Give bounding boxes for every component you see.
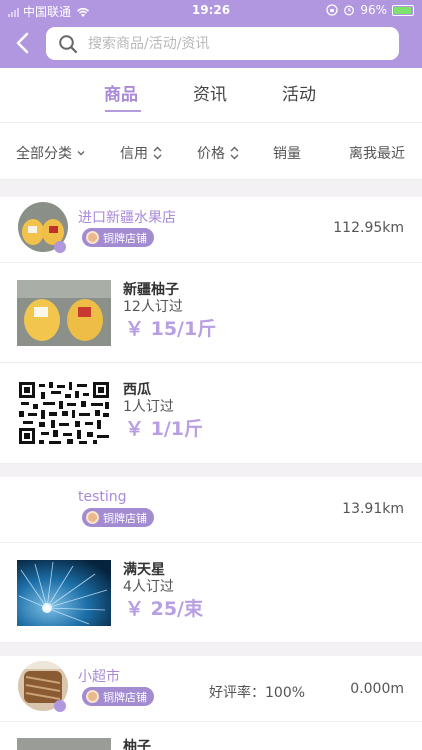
shop-distance: 112.95km: [333, 220, 404, 236]
bronze-shop-badge: 铜牌店铺: [82, 508, 154, 527]
filter-credit-label: 信用: [120, 146, 148, 162]
bronze-shop-badge: 铜牌店铺: [82, 228, 154, 247]
shop-header[interactable]: 小超市 铜牌店铺 好评率：100% 0.000m: [0, 656, 422, 722]
tab-news[interactable]: 资讯: [193, 80, 227, 105]
top-header: 中国联通 19:26 96%: [0, 0, 422, 68]
product-name: 柚子: [123, 739, 151, 750]
active-tab-indicator: [105, 110, 141, 112]
badge-label: 铜牌店铺: [103, 690, 147, 704]
battery-percent: 96%: [360, 3, 387, 17]
play-badge-icon: [54, 241, 66, 253]
product-orders: 1人订过: [123, 399, 174, 415]
product-image: [17, 738, 111, 750]
shop-distance: 13.91km: [342, 501, 404, 517]
product-item[interactable]: 满天星 4人订过 ￥ 25/束: [0, 543, 422, 643]
filter-category[interactable]: 全部分类: [16, 143, 86, 163]
filter-nearest[interactable]: 离我最近: [349, 143, 405, 163]
status-bar: 中国联通 19:26 96%: [0, 0, 422, 22]
product-item[interactable]: 新疆柚子 12人订过 ￥ 15/1斤: [0, 263, 422, 363]
chevron-down-icon: [77, 151, 85, 156]
product-image: [17, 560, 111, 626]
product-item[interactable]: 柚子: [0, 722, 422, 750]
play-badge-icon: [54, 700, 66, 712]
badge-label: 铜牌店铺: [103, 231, 147, 245]
back-button[interactable]: [12, 30, 34, 56]
bronze-shop-badge: 铜牌店铺: [82, 687, 154, 706]
tab-products[interactable]: 商品: [104, 80, 138, 105]
filter-nearest-label: 离我最近: [349, 146, 405, 162]
medal-icon: [86, 690, 99, 703]
category-tabs: 商品 资讯 活动: [0, 68, 422, 122]
medal-icon: [86, 231, 99, 244]
shop-header[interactable]: 进口新疆水果店 铜牌店铺 112.95km: [0, 197, 422, 263]
shop-name[interactable]: testing: [78, 489, 127, 505]
battery-icon: [392, 4, 414, 16]
tab-events[interactable]: 活动: [282, 80, 316, 105]
search-icon: [59, 34, 78, 53]
product-price: ￥ 25/束: [125, 598, 203, 620]
filter-price[interactable]: 价格: [197, 143, 240, 163]
alarm-icon: [344, 5, 355, 16]
filter-sales-label: 销量: [273, 146, 301, 162]
search-input[interactable]: [88, 35, 368, 52]
shop-header[interactable]: testing 铜牌店铺 13.91km: [0, 477, 422, 543]
filter-sales[interactable]: 销量: [273, 143, 301, 163]
section-divider: [0, 180, 422, 197]
filter-price-label: 价格: [197, 146, 225, 162]
product-item[interactable]: 西瓜 1人订过 ￥ 1/1斤: [0, 363, 422, 464]
back-chevron-icon: [16, 32, 29, 54]
product-image: [17, 280, 111, 346]
shop-name[interactable]: 进口新疆水果店: [78, 207, 176, 227]
shop-name[interactable]: 小超市: [78, 666, 120, 686]
status-right: 96%: [326, 3, 414, 17]
filter-credit[interactable]: 信用: [120, 143, 163, 163]
sort-arrows-icon: [153, 146, 162, 160]
filter-bar: 全部分类 信用 价格 销量 离我最近: [0, 122, 422, 180]
product-image: [17, 380, 111, 446]
rotation-lock-icon: [326, 4, 338, 16]
sort-arrows-icon: [230, 146, 239, 160]
product-price: ￥ 1/1斤: [125, 418, 203, 440]
search-bar[interactable]: [46, 27, 399, 60]
section-divider: [0, 643, 422, 656]
product-price: ￥ 15/1斤: [125, 318, 217, 340]
section-divider: [0, 464, 422, 477]
product-orders: 12人订过: [123, 299, 183, 315]
shop-distance: 0.000m: [350, 681, 404, 697]
medal-icon: [86, 511, 99, 524]
product-orders: 4人订过: [123, 579, 174, 595]
filter-category-label: 全部分类: [16, 146, 72, 162]
badge-label: 铜牌店铺: [103, 511, 147, 525]
shop-rating: 好评率：100%: [209, 685, 306, 701]
